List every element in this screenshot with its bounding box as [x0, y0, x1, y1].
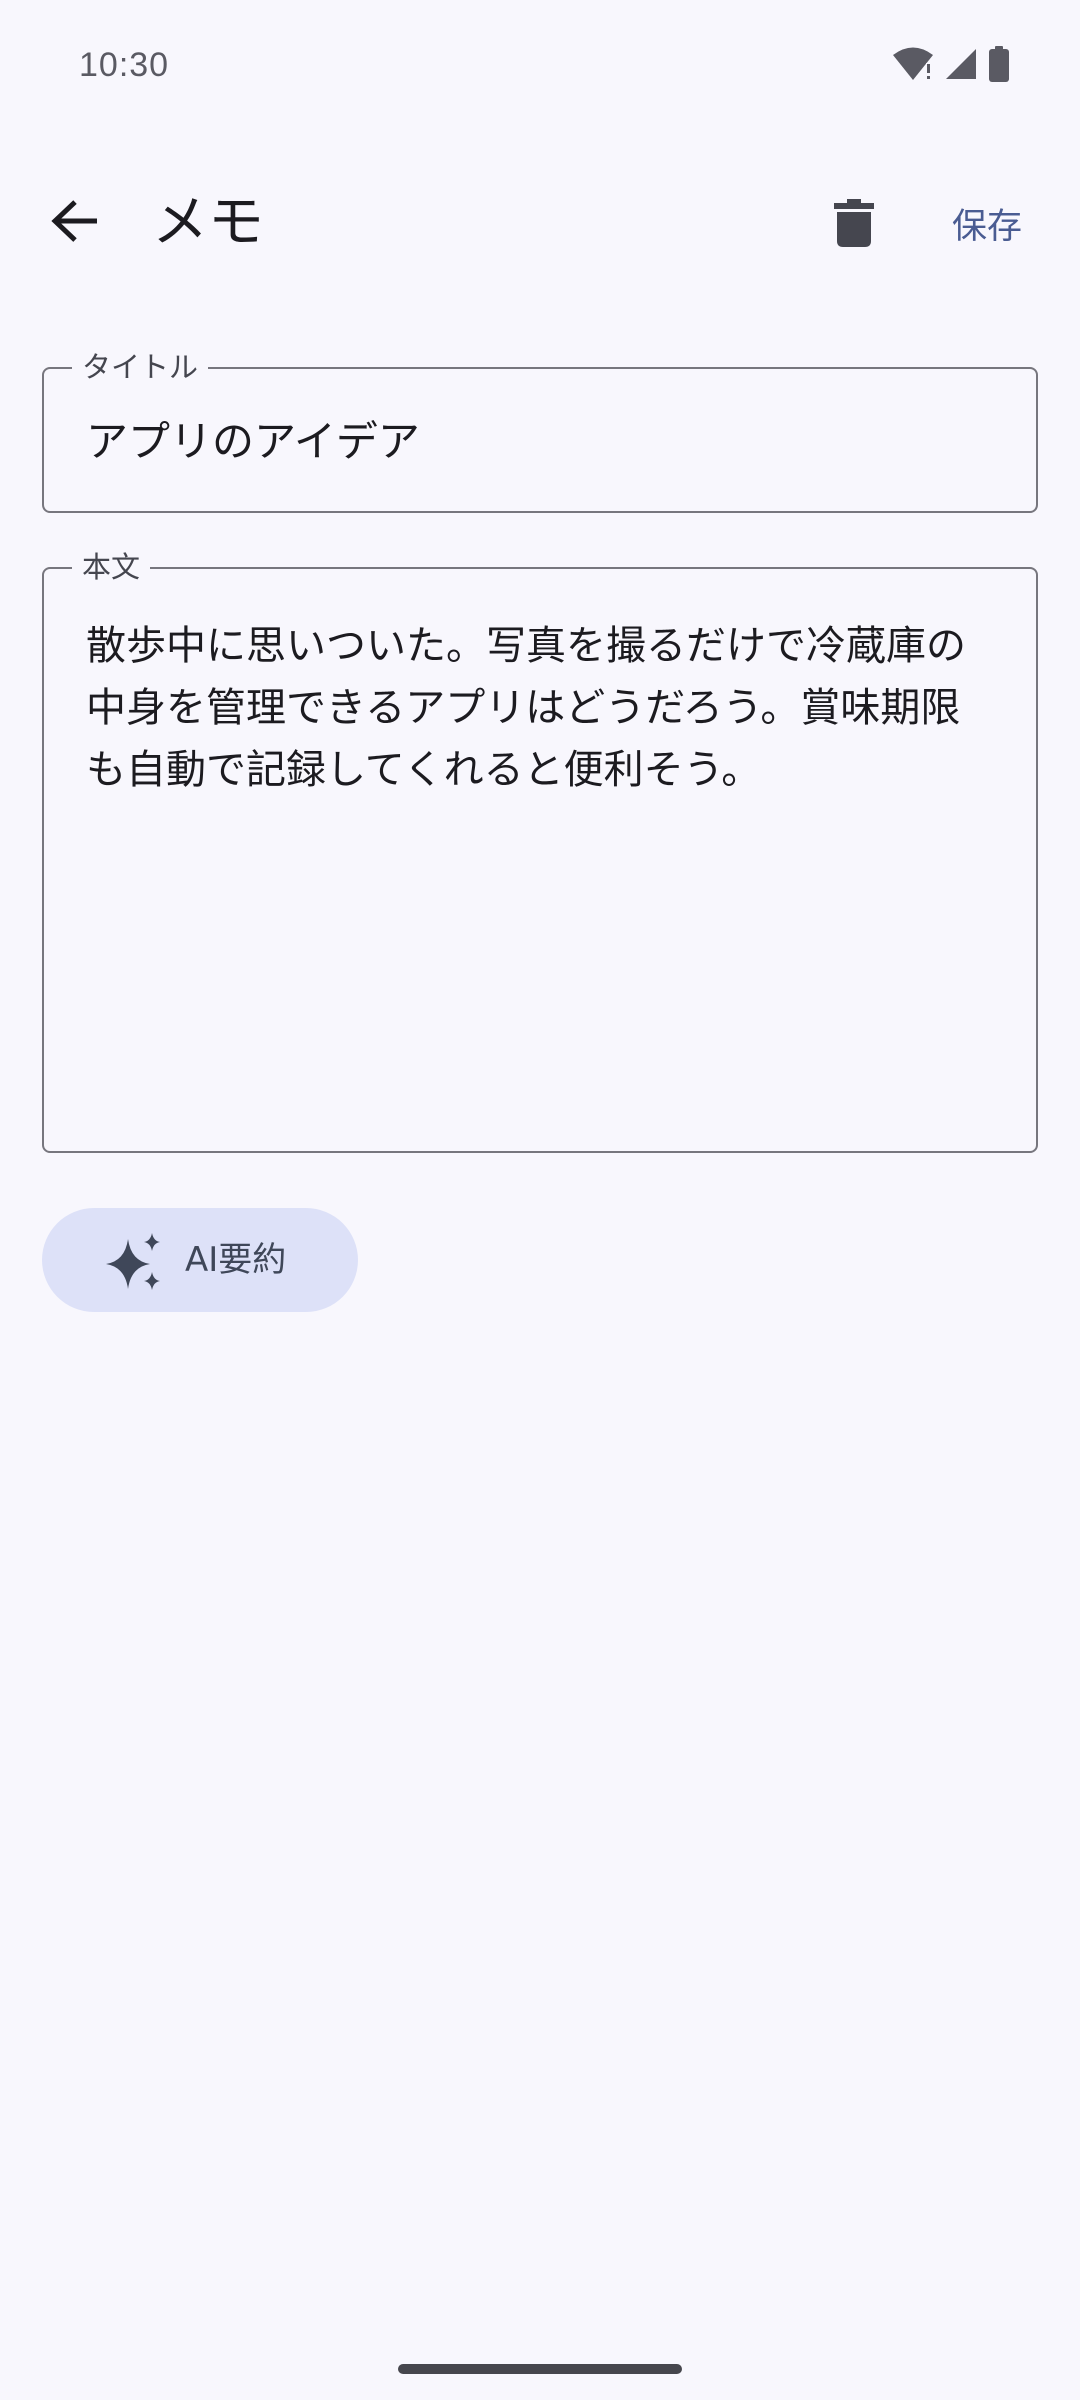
ai-summary-label: AI要約 — [185, 1240, 287, 1280]
ai-summary-button[interactable]: AI要約 — [42, 1208, 358, 1312]
title-input-value[interactable]: アプリのアイデア — [86, 415, 420, 469]
status-time: 10:30 — [79, 46, 170, 84]
arrow-back-icon — [51, 199, 99, 247]
delete-icon — [834, 199, 874, 251]
status-icons — [892, 46, 1010, 86]
page-title: メモ — [152, 190, 264, 255]
body-textarea-value[interactable]: 散歩中に思いついた。写真を撮るだけで冷蔵庫の中身を管理できるアプリはどうだろう。… — [86, 615, 998, 801]
gesture-nav-handle[interactable] — [398, 2364, 682, 2374]
battery-icon — [988, 46, 1010, 86]
body-field-label: 本文 — [72, 547, 151, 587]
delete-button[interactable] — [812, 183, 896, 267]
signal-icon — [944, 47, 978, 85]
body-field[interactable]: 本文 散歩中に思いついた。写真を撮るだけで冷蔵庫の中身を管理できるアプリはどうだ… — [42, 547, 1038, 1153]
status-bar: 10:30 — [0, 0, 1080, 130]
save-button[interactable]: 保存 — [940, 190, 1034, 256]
back-button[interactable] — [30, 183, 120, 263]
sparkle-icon — [104, 1231, 166, 1293]
wifi-icon — [892, 46, 934, 86]
title-field-label: タイトル — [72, 347, 209, 387]
title-field[interactable]: タイトル アプリのアイデア — [42, 347, 1038, 513]
top-app-bar: メモ 保存 — [0, 160, 1080, 286]
